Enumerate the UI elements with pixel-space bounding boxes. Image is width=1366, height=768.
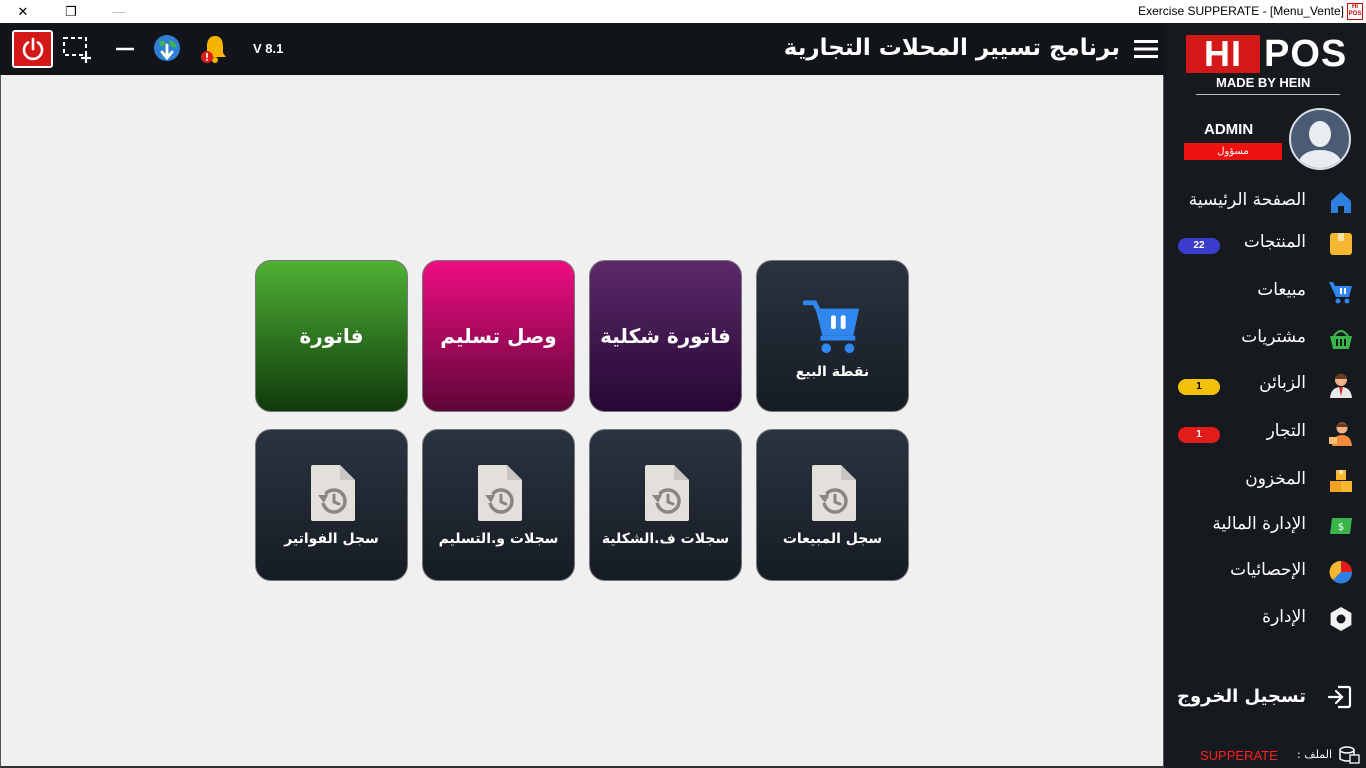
sidebar-item-administration[interactable]: الإدارة	[1164, 601, 1366, 637]
money-icon: $	[1328, 513, 1354, 539]
sidebar-item-statistics[interactable]: الإحصائيات	[1164, 554, 1366, 590]
screen-capture-button[interactable]	[60, 33, 94, 65]
minimize-app-button[interactable]	[108, 33, 142, 65]
tile-proforma-history[interactable]: سجلات ف.الشكلية	[589, 429, 742, 581]
tile-label: فاتورة	[299, 324, 364, 348]
window-close-button[interactable]: ✕	[0, 0, 46, 23]
bell-icon	[201, 36, 226, 63]
sidebar-item-sales[interactable]: مبيعات	[1164, 274, 1366, 310]
tile-invoice-history[interactable]: سجل الفواتير	[255, 429, 408, 581]
tile-label: سجلات ف.الشكلية	[601, 531, 730, 547]
sidebar-item-label: المنتجات	[1243, 232, 1306, 252]
tile-point-of-sale[interactable]: نقطة البيع	[756, 260, 909, 412]
user-role-badge: مسؤول	[1184, 143, 1282, 160]
app-header: V 8.1 برنامج تسيير المحلات التجارية	[0, 23, 1164, 75]
version-label: V 8.1	[253, 41, 284, 56]
sidebar-item-label: الصفحة الرئيسية	[1188, 190, 1306, 210]
power-icon	[22, 37, 43, 61]
sidebar-item-label: الإحصائيات	[1230, 560, 1306, 580]
hipos-logo: HI POS MADE BY HEIN	[1186, 35, 1346, 93]
user-name: ADMIN	[1204, 121, 1254, 138]
sidebar: HI POS MADE BY HEIN ADMIN مسؤول الصفحة ا…	[1164, 23, 1366, 768]
basket-icon	[1328, 326, 1354, 352]
merchants-count-badge: 1	[1178, 427, 1220, 443]
current-file-row: SUPPERATE الملف :	[1164, 745, 1366, 765]
divider	[1196, 94, 1340, 95]
tile-delivery-note[interactable]: وصل تسليم	[422, 260, 575, 412]
minus-icon	[116, 47, 134, 51]
sidebar-item-label: الزبائن	[1259, 373, 1306, 393]
customer-icon	[1328, 372, 1354, 398]
tile-label: سجلات و.التسليم	[438, 531, 559, 547]
window-app-logo: HI POS	[1347, 3, 1363, 20]
sidebar-item-label: الإدارة المالية	[1212, 514, 1306, 534]
cart-icon	[1328, 279, 1354, 305]
screen-capture-icon	[63, 37, 91, 63]
history-document-icon	[636, 463, 696, 523]
main-content: نقطة البيع فاتورة شكلية وصل تسليم فاتورة…	[0, 75, 1164, 768]
sidebar-item-products[interactable]: 22 المنتجات	[1164, 226, 1366, 262]
sidebar-item-label: الإدارة	[1262, 607, 1306, 627]
sidebar-item-purchases[interactable]: مشتريات	[1164, 321, 1366, 357]
user-avatar-icon	[1297, 121, 1343, 168]
sidebar-item-label: التجار	[1266, 421, 1306, 441]
products-count-badge: 22	[1178, 238, 1220, 254]
sidebar-item-label: المخزون	[1245, 469, 1306, 489]
tile-sales-history[interactable]: سجل المبيعات	[756, 429, 909, 581]
window-titlebar: ✕ ❐ — Exercise SUPPERATE - [Menu_Vente] …	[0, 0, 1366, 23]
warehouse-boxes-icon	[1328, 468, 1354, 494]
window-title: Exercise SUPPERATE - [Menu_Vente]	[1138, 4, 1344, 18]
globe-download-icon	[154, 35, 180, 61]
tile-label: فاتورة شكلية	[600, 324, 731, 348]
power-button[interactable]	[12, 30, 53, 68]
tile-label: وصل تسليم	[440, 324, 557, 348]
tile-label: نقطة البيع	[795, 364, 870, 380]
settings-hex-icon	[1328, 606, 1354, 632]
tile-delivery-history[interactable]: سجلات و.التسليم	[422, 429, 575, 581]
shopping-cart-icon	[802, 296, 863, 356]
tile-label: سجل المبيعات	[782, 531, 883, 547]
logout-button[interactable]: تسجيل الخروج	[1177, 686, 1306, 707]
sidebar-item-inventory[interactable]: المخزون	[1164, 463, 1366, 499]
hamburger-icon	[1134, 40, 1158, 58]
logout-icon[interactable]	[1326, 683, 1354, 711]
update-button[interactable]	[150, 33, 184, 65]
history-document-icon	[302, 463, 362, 523]
home-icon	[1328, 189, 1354, 215]
avatar[interactable]	[1289, 108, 1351, 170]
pie-chart-icon	[1328, 559, 1354, 585]
sidebar-item-merchants[interactable]: 1 التجار	[1164, 415, 1366, 451]
window-minimize-button[interactable]: —	[96, 0, 142, 23]
sidebar-item-label: مشتريات	[1241, 327, 1306, 347]
menu-toggle-button[interactable]	[1132, 37, 1160, 61]
svg-text:$: $	[1338, 522, 1344, 533]
merchant-icon	[1328, 420, 1354, 446]
sidebar-item-customers[interactable]: 1 الزبائن	[1164, 367, 1366, 403]
sidebar-item-finance[interactable]: الإدارة المالية $	[1164, 508, 1366, 544]
sidebar-item-home[interactable]: الصفحة الرئيسية	[1164, 184, 1366, 220]
notifications-button[interactable]	[198, 33, 232, 65]
sidebar-item-label: مبيعات	[1257, 280, 1306, 300]
history-document-icon	[469, 463, 529, 523]
tile-proforma-invoice[interactable]: فاتورة شكلية	[589, 260, 742, 412]
tile-invoice[interactable]: فاتورة	[255, 260, 408, 412]
history-document-icon	[803, 463, 863, 523]
database-icon	[1338, 745, 1360, 765]
page-title: برنامج تسيير المحلات التجارية	[783, 35, 1120, 61]
current-file-value: SUPPERATE	[1200, 748, 1278, 763]
tile-label: سجل الفواتير	[284, 531, 379, 547]
product-box-icon	[1328, 231, 1354, 257]
customers-count-badge: 1	[1178, 379, 1220, 395]
current-file-label: الملف :	[1297, 748, 1332, 761]
window-restore-button[interactable]: ❐	[48, 0, 94, 23]
